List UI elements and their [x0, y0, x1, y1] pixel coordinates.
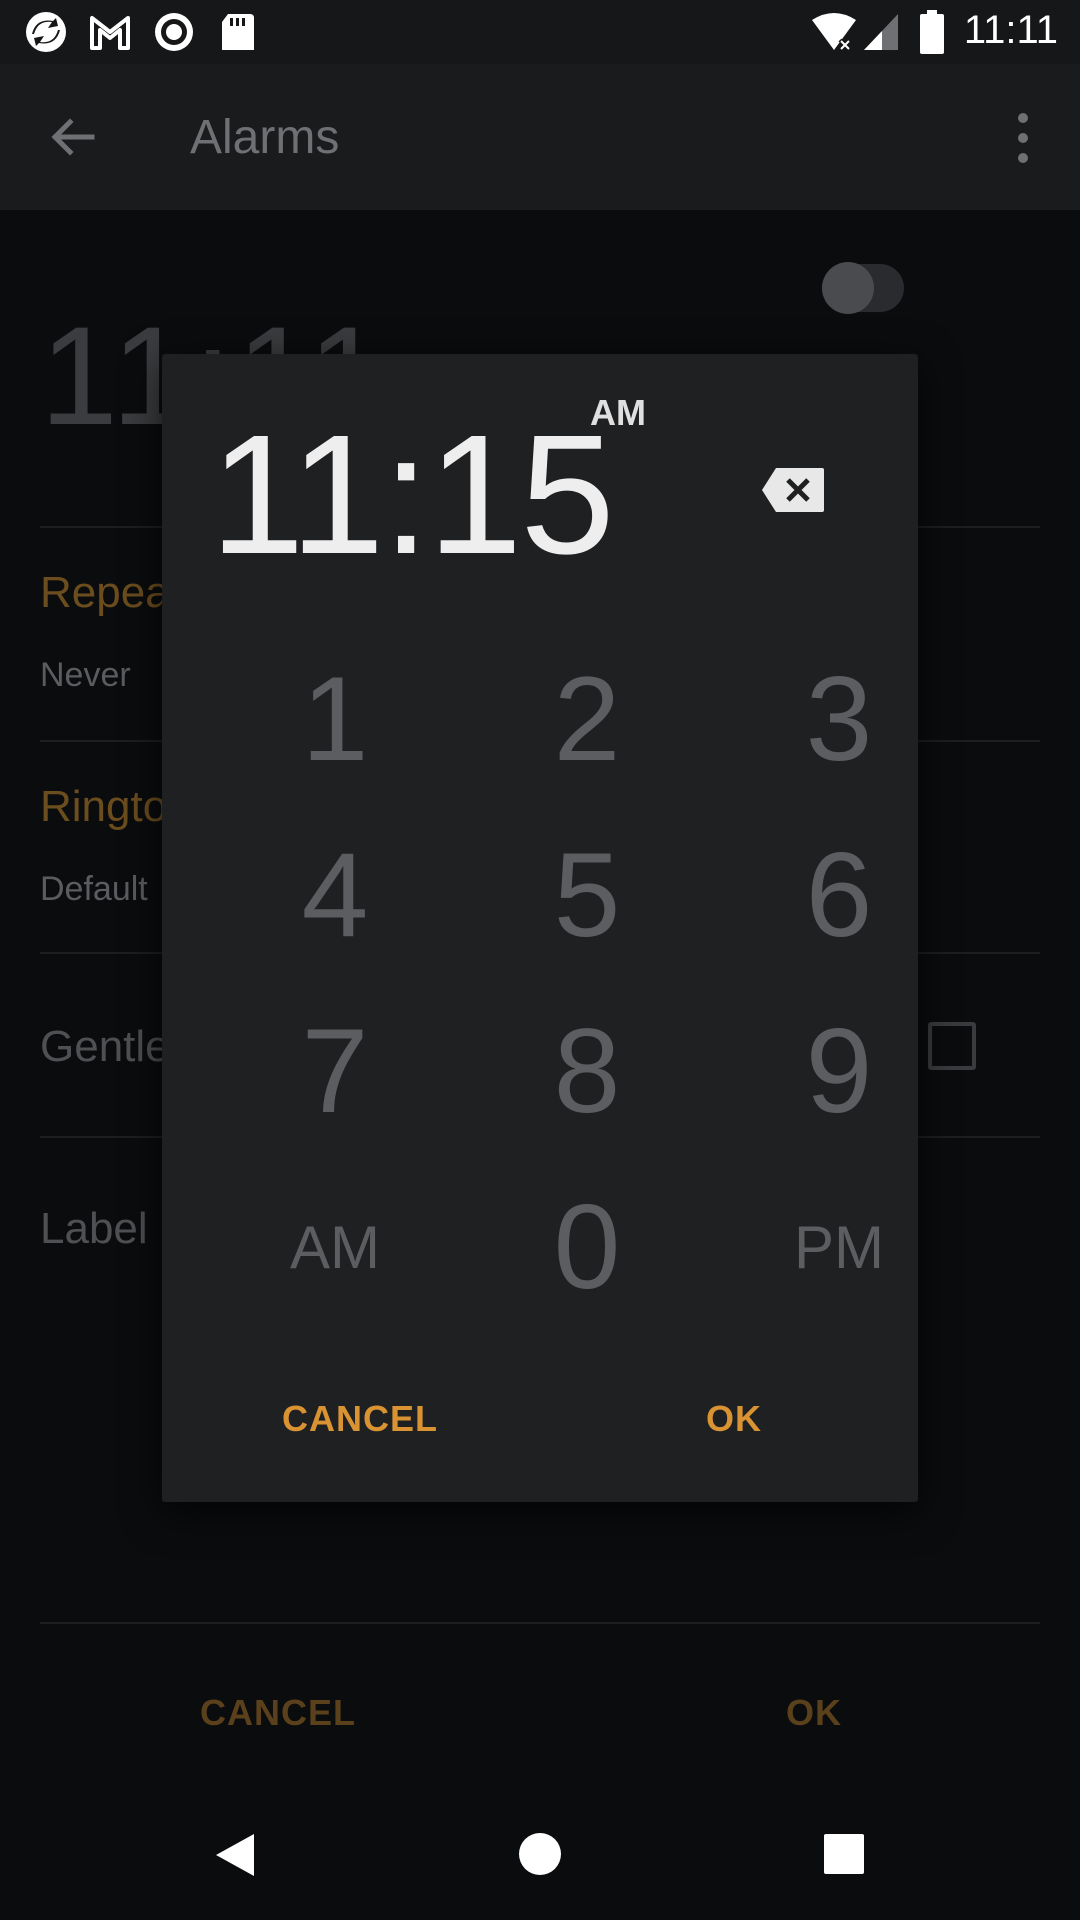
status-bar: 11:11 [0, 0, 1080, 64]
label-label[interactable]: Label [40, 1204, 148, 1254]
background-ok-button[interactable]: OK [786, 1692, 842, 1734]
key-0[interactable]: 0 [472, 1172, 702, 1322]
alarm-toggle-thumb[interactable] [822, 262, 874, 314]
entered-time: 11:15 [210, 400, 615, 590]
key-pm[interactable]: PM [724, 1172, 954, 1322]
key-7[interactable]: 7 [220, 996, 450, 1146]
sd-card-icon [222, 14, 254, 50]
cancel-button[interactable]: CANCEL [282, 1398, 438, 1440]
arrow-back-icon[interactable] [48, 112, 98, 162]
key-3[interactable]: 3 [724, 644, 954, 794]
status-time: 11:11 [963, 8, 1058, 52]
wifi-icon [812, 13, 856, 52]
ringtone-label: Ringto [40, 782, 168, 831]
key-am[interactable]: AM [220, 1172, 450, 1322]
sync-icon [26, 12, 66, 52]
repeat-label: Repea [40, 568, 170, 617]
repeat-value[interactable]: Never [40, 656, 131, 695]
key-6[interactable]: 6 [724, 820, 954, 970]
record-icon [155, 13, 193, 51]
key-5[interactable]: 5 [472, 820, 702, 970]
navigation-bar [0, 1776, 1080, 1920]
back-nav-icon[interactable] [214, 1832, 256, 1878]
key-4[interactable]: 4 [220, 820, 450, 970]
key-1[interactable]: 1 [220, 644, 450, 794]
key-9[interactable]: 9 [724, 996, 954, 1146]
time-picker-dialog: 11:15 AM 1 2 3 4 5 6 7 8 9 AM 0 PM CANCE… [162, 354, 918, 1502]
more-vert-icon[interactable] [1008, 110, 1038, 166]
signal-icon [864, 14, 898, 50]
gmail-icon [90, 16, 130, 50]
am-pm-indicator: AM [590, 392, 646, 433]
backspace-icon[interactable] [760, 466, 826, 514]
divider [40, 1622, 1040, 1624]
battery-icon [920, 10, 944, 54]
app-bar [0, 64, 1080, 210]
background-cancel-button[interactable]: CANCEL [200, 1692, 356, 1734]
page-title: Alarms [190, 111, 340, 164]
ringtone-value[interactable]: Default [40, 870, 148, 909]
key-2[interactable]: 2 [472, 644, 702, 794]
recents-nav-icon[interactable] [824, 1834, 864, 1874]
ok-button[interactable]: OK [706, 1398, 762, 1440]
gentle-label: Gentle [40, 1022, 170, 1071]
home-nav-icon[interactable] [518, 1832, 562, 1876]
key-8[interactable]: 8 [472, 996, 702, 1146]
